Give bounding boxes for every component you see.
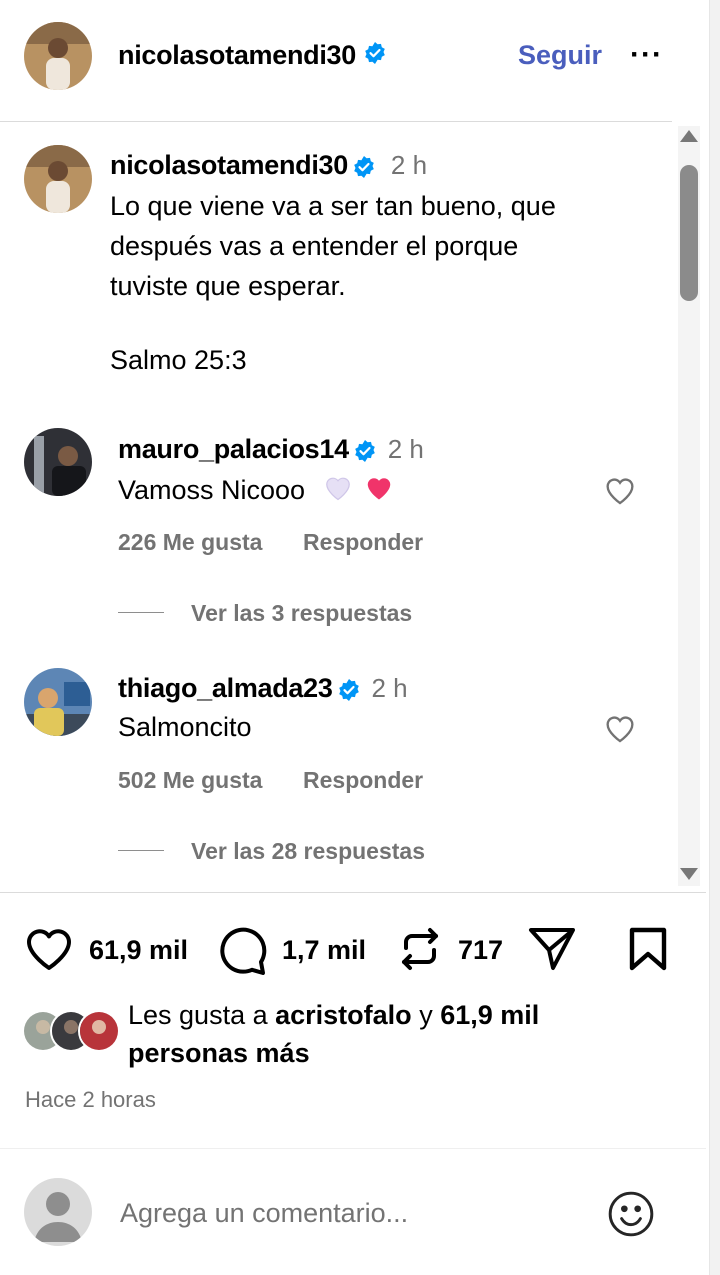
caption-line: después vas a entender el porque xyxy=(110,231,519,261)
caption-line: tuviste que esperar. xyxy=(110,271,346,301)
liked-by-avatars[interactable] xyxy=(22,1010,122,1052)
caption-header: nicolasotamendi30 2 h xyxy=(110,150,427,184)
comment-likes[interactable]: 226 Me gusta xyxy=(118,529,262,556)
footer-divider xyxy=(0,1148,706,1149)
comment-avatar[interactable] xyxy=(24,668,92,736)
scroll-up-arrow-icon[interactable] xyxy=(680,130,698,142)
comment-username[interactable]: mauro_palacios14 xyxy=(118,434,349,464)
verified-badge-icon xyxy=(363,41,387,72)
liked-by-prefix: Les gusta a xyxy=(128,1000,268,1030)
comment-reply-button[interactable]: Responder xyxy=(303,767,423,794)
post-timestamp[interactable]: Hace 2 horas xyxy=(25,1087,156,1113)
caption-username[interactable]: nicolasotamendi30 xyxy=(110,150,348,180)
white-heart-emoji-icon xyxy=(323,472,353,512)
comment-text: Salmoncito xyxy=(118,712,252,742)
scroll-down-arrow-icon[interactable] xyxy=(680,868,698,880)
liked-by-user[interactable]: acristofalo xyxy=(275,1000,412,1030)
red-heart-emoji-icon xyxy=(364,472,394,512)
caption-verse: Salmo 25:3 xyxy=(110,345,247,375)
caption-line: Lo que viene va a ser tan bueno, que xyxy=(110,191,556,221)
verified-badge-icon xyxy=(353,439,377,468)
caption-text: Lo que viene va a ser tan bueno, que des… xyxy=(110,186,670,306)
verified-badge-icon xyxy=(337,678,361,707)
replies-line xyxy=(118,850,164,851)
replies-line xyxy=(118,612,164,613)
comment-time[interactable]: 2 h xyxy=(388,434,424,464)
header-username[interactable]: nicolasotamendi30 xyxy=(118,40,387,72)
caption-time[interactable]: 2 h xyxy=(391,150,427,180)
comment-like-heart-icon[interactable] xyxy=(602,712,638,749)
more-options-icon[interactable]: ··· xyxy=(630,38,663,72)
view-replies-button[interactable]: Ver las 3 respuestas xyxy=(191,600,412,627)
follow-button[interactable]: Seguir xyxy=(518,40,602,71)
save-bookmark-icon[interactable] xyxy=(628,926,668,977)
comment-username[interactable]: thiago_almada23 xyxy=(118,673,333,703)
comment-like-heart-icon[interactable] xyxy=(602,474,638,511)
liked-by-text: Les gusta a acristofalo y 61,9 mil perso… xyxy=(128,996,668,1072)
caption-avatar[interactable] xyxy=(24,145,92,213)
comments-divider xyxy=(0,892,706,893)
view-replies-button[interactable]: Ver las 28 respuestas xyxy=(191,838,425,865)
comment-count[interactable]: 1,7 mil xyxy=(282,935,366,966)
liker-avatar[interactable] xyxy=(78,1010,120,1052)
verified-badge-icon xyxy=(352,155,376,184)
comment-avatar[interactable] xyxy=(24,428,92,496)
comment-text-content: Vamoss Nicooo xyxy=(118,475,306,505)
comment-icon[interactable] xyxy=(216,925,268,980)
repost-count[interactable]: 717 xyxy=(458,935,503,966)
comment-time[interactable]: 2 h xyxy=(372,673,408,703)
emoji-picker-icon[interactable] xyxy=(606,1189,656,1244)
share-icon[interactable] xyxy=(527,926,577,977)
comment-reply-button[interactable]: Responder xyxy=(303,529,423,556)
liked-by-rest[interactable]: personas más xyxy=(128,1038,310,1068)
like-icon[interactable] xyxy=(23,926,75,977)
add-comment-input[interactable]: Agrega un comentario... xyxy=(120,1198,408,1229)
header-avatar[interactable] xyxy=(24,22,92,90)
header-username-text[interactable]: nicolasotamendi30 xyxy=(118,40,356,70)
window-edge xyxy=(709,0,720,1275)
liked-by-connector: y xyxy=(419,1000,433,1030)
comment-text: Vamoss Nicooo xyxy=(118,470,394,512)
comment-header: mauro_palacios14 2 h xyxy=(118,434,424,468)
comment-likes[interactable]: 502 Me gusta xyxy=(118,767,262,794)
comment-header: thiago_almada23 2 h xyxy=(118,673,408,707)
current-user-avatar-icon xyxy=(24,1178,92,1246)
repost-icon[interactable] xyxy=(398,926,442,977)
header-divider xyxy=(0,121,672,122)
liked-by-count[interactable]: 61,9 mil xyxy=(440,1000,539,1030)
scrollbar-thumb[interactable] xyxy=(680,165,698,301)
like-count[interactable]: 61,9 mil xyxy=(89,935,188,966)
